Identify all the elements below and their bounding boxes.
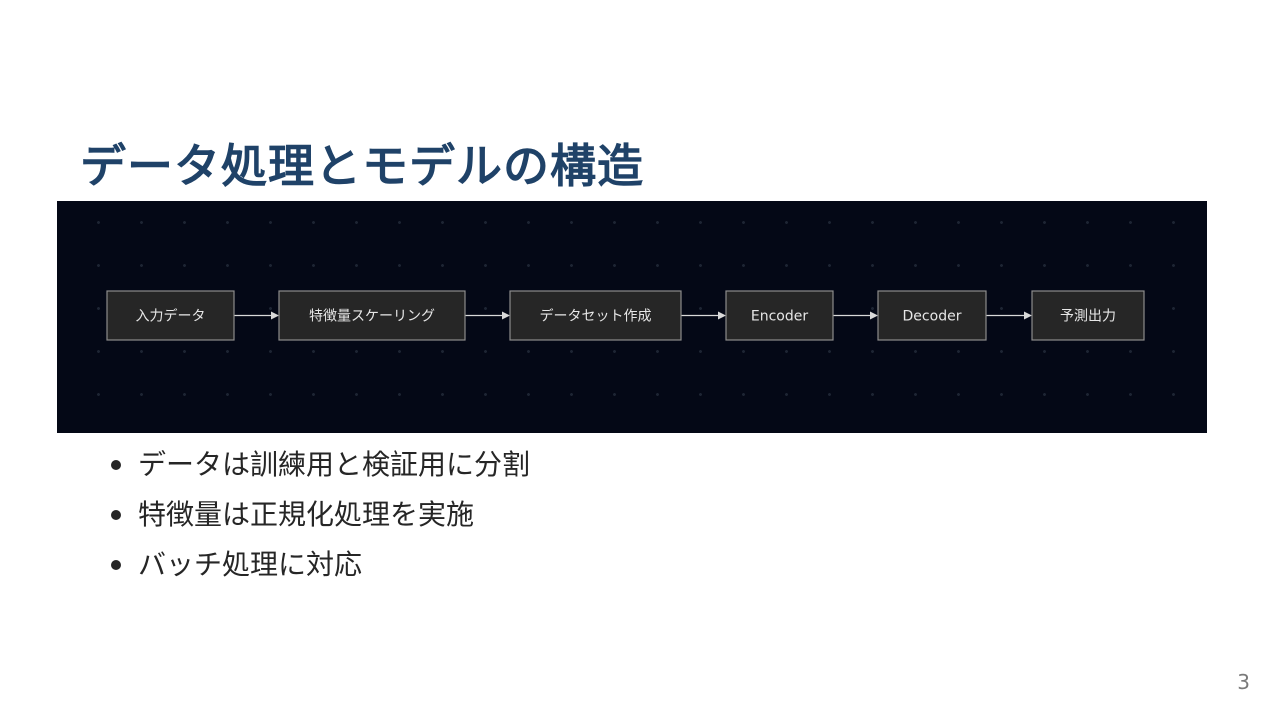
node-label: 予測出力 [1060,309,1116,325]
flow-diagram: 入力データ 特徴量スケーリング データセット作成 Encoder Decoder 予測出力 [57,201,1207,433]
slide-title: データ処理とモデルの構造 [80,139,644,193]
bullet-item: 特徴量は正規化処理を実施 [108,496,530,546]
bullet-item: データは訓練用と検証用に分割 [108,446,530,496]
node-output: 予測出力 [1031,290,1145,341]
flow-diagram-svg: 入力データ 特徴量スケーリング データセット作成 Encoder Decoder 予測出力 [106,290,1145,341]
node-label: Decoder [903,309,962,325]
bullet-dot [111,460,121,470]
arrow-head-icon [502,311,510,320]
bullet-text: バッチ処理に対応 [138,548,363,581]
bullet-dot [111,510,121,520]
arrow-head-icon [271,311,279,320]
edge-input-scaling [234,311,279,320]
bullet-text: データは訓練用と検証用に分割 [138,448,531,481]
arrow-head-icon [1024,311,1032,320]
bullet-item: バッチ処理に対応 [108,546,530,596]
bullet-text: 特徴量は正規化処理を実施 [138,498,475,531]
node-label: 入力データ [136,308,206,325]
node-decoder: Decoder [877,290,987,341]
node-label: 特徴量スケーリング [309,309,435,325]
arrow-head-icon [718,311,726,320]
node-dataset: データセット作成 [509,290,682,341]
edge-scaling-dataset [465,311,510,320]
node-scaling: 特徴量スケーリング [278,290,466,341]
node-label: Encoder [751,309,808,325]
edge-decoder-output [986,311,1032,320]
edge-encoder-decoder [833,311,878,320]
bullet-dot [111,560,121,570]
arrow-head-icon [870,311,878,320]
node-encoder: Encoder [725,290,834,341]
node-label: データセット作成 [540,308,652,325]
bullet-list: データは訓練用と検証用に分割 特徴量は正規化処理を実施 バッチ処理に対応 [108,446,530,596]
node-input: 入力データ [106,290,235,341]
page-number: 3 [1237,670,1250,694]
edge-dataset-encoder [681,311,726,320]
